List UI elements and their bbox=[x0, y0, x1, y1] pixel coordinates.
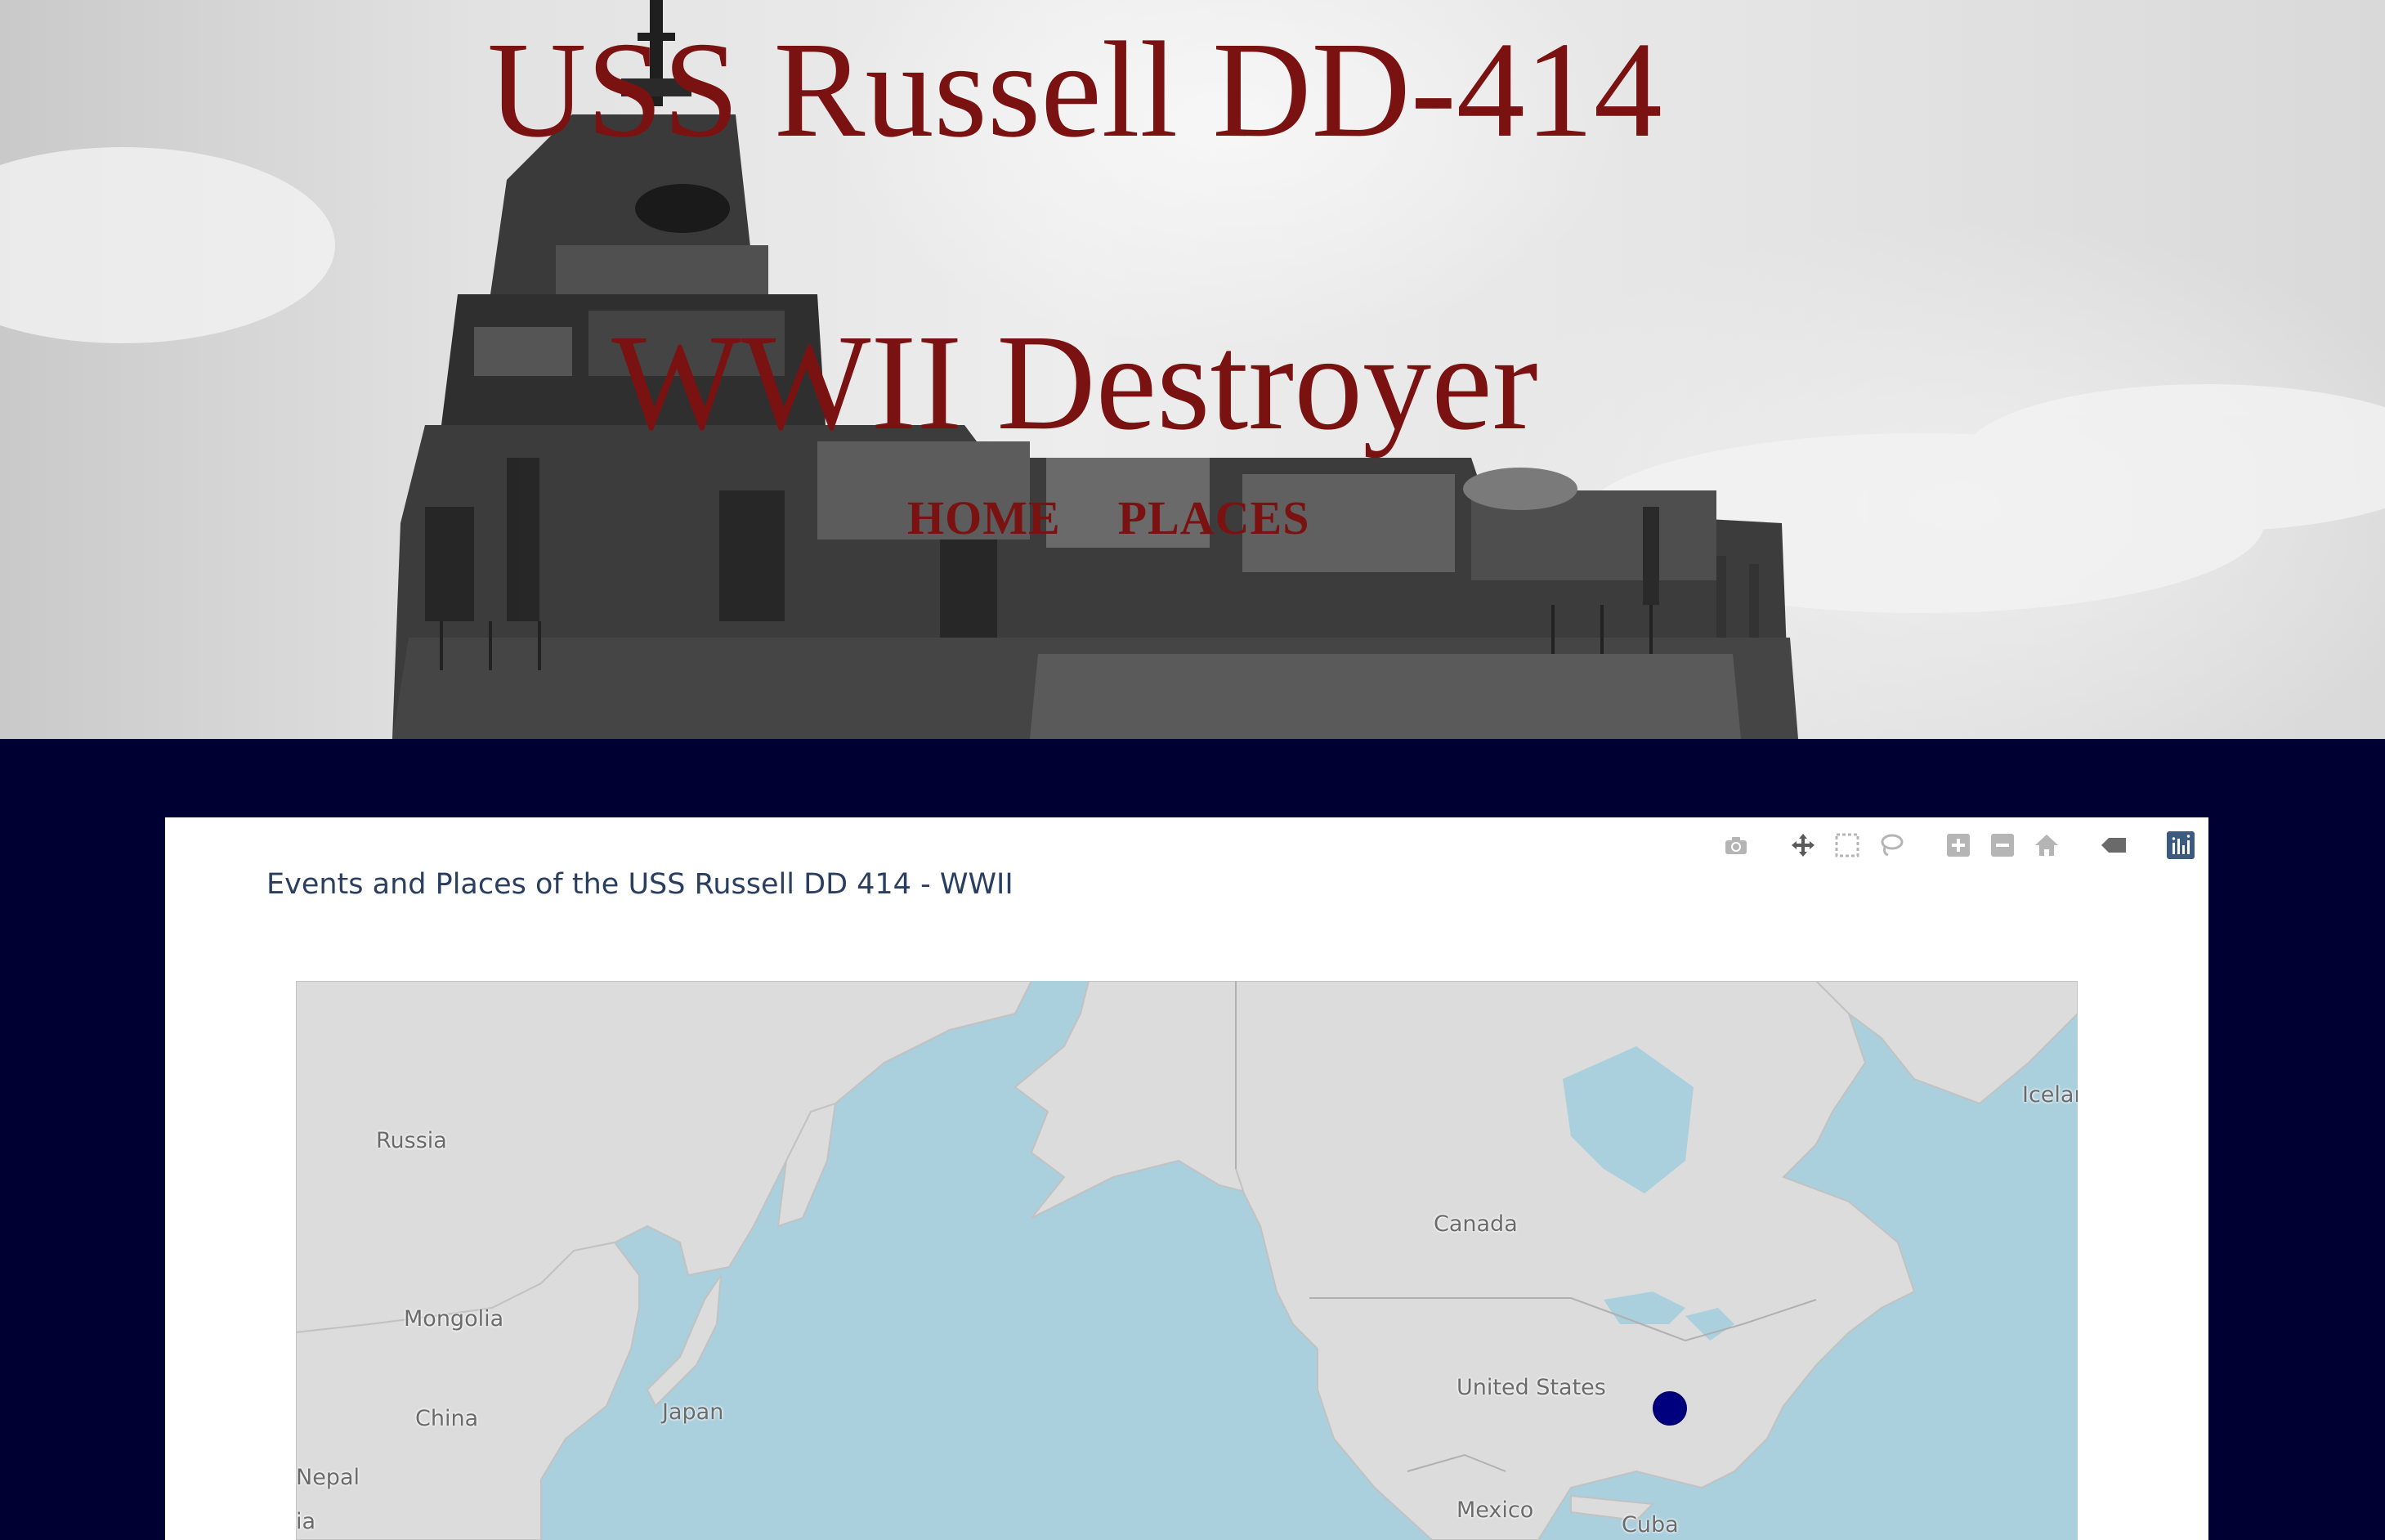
map-plot-card: Events and Places of the USS Russell DD … bbox=[165, 817, 2208, 1540]
plot-modebar bbox=[1720, 829, 2197, 862]
label-mongolia: Mongolia bbox=[404, 1306, 504, 1332]
pan-icon[interactable] bbox=[1787, 829, 1819, 862]
box-select-icon[interactable] bbox=[1831, 829, 1864, 862]
label-india-partial: ia bbox=[296, 1509, 316, 1534]
label-nepal: Nepal bbox=[296, 1465, 360, 1490]
label-russia: Russia bbox=[376, 1128, 447, 1153]
map-geography bbox=[296, 981, 2078, 1540]
world-map[interactable]: Russia Mongolia China Japan Nepal ia Can… bbox=[296, 981, 2078, 1540]
hover-spike-icon[interactable] bbox=[2097, 829, 2130, 862]
label-united-states: United States bbox=[1457, 1375, 1606, 1400]
plot-title: Events and Places of the USS Russell DD … bbox=[266, 868, 1014, 901]
plotly-logo-icon[interactable] bbox=[2164, 829, 2197, 862]
label-china: China bbox=[415, 1406, 479, 1431]
nav-home-link[interactable]: HOME bbox=[907, 487, 1061, 549]
nav-places-link[interactable]: PLACES bbox=[1118, 487, 1310, 549]
camera-icon[interactable] bbox=[1720, 829, 1752, 862]
site-title: USS Russell DD-414 bbox=[487, 14, 1662, 166]
main-nav: HOME PLACES bbox=[907, 487, 1310, 549]
label-cuba: Cuba bbox=[1622, 1512, 1679, 1538]
event-location-marker[interactable] bbox=[1653, 1391, 1687, 1426]
label-canada: Canada bbox=[1434, 1211, 1518, 1237]
lasso-icon[interactable] bbox=[1875, 829, 1908, 862]
reset-home-icon[interactable] bbox=[2030, 829, 2063, 862]
zoom-in-icon[interactable] bbox=[1942, 829, 1975, 862]
label-japan: Japan bbox=[662, 1399, 724, 1425]
zoom-out-icon[interactable] bbox=[1986, 829, 2019, 862]
label-mexico: Mexico bbox=[1457, 1497, 1534, 1523]
hero-banner: USS Russell DD-414 WWII Destroyer HOME P… bbox=[0, 0, 2385, 739]
label-iceland-partial: Icelar bbox=[2022, 1082, 2078, 1108]
site-subtitle: WWII Destroyer bbox=[611, 307, 1538, 459]
